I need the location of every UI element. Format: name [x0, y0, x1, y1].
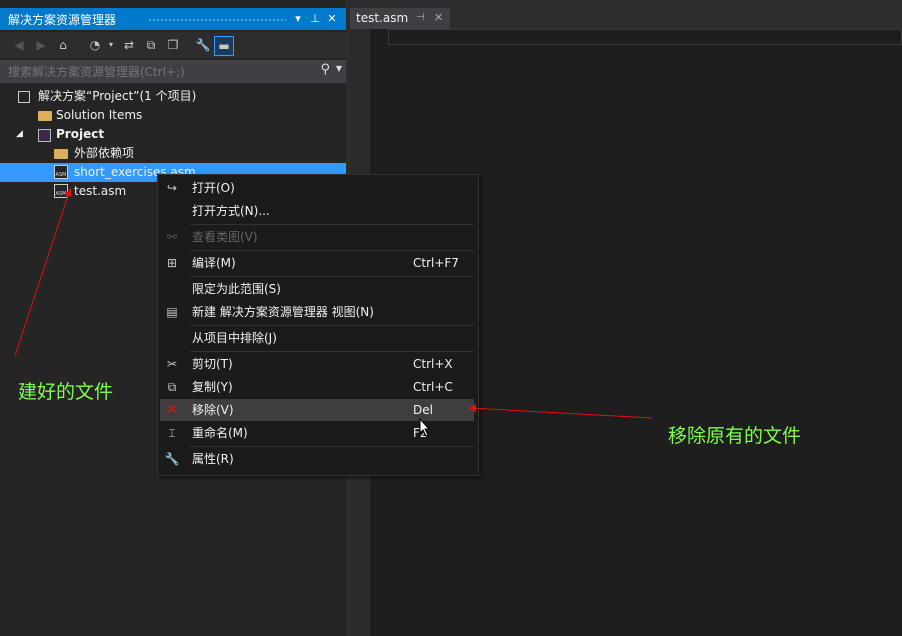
- asm-file-icon: ASM: [54, 184, 68, 198]
- menu-separator: [190, 351, 474, 352]
- menu-item-properties[interactable]: 🔧 属性(R): [158, 448, 476, 470]
- open-arrow-icon: ↪: [166, 181, 178, 195]
- copy-icon: ⧉: [167, 380, 177, 394]
- menu-item-view-class-diagram: ⚯ 查看类图(V): [158, 226, 476, 248]
- menu-separator: [190, 250, 474, 251]
- wrench-icon: 🔧: [164, 452, 180, 466]
- tree-item-label: Project: [56, 127, 105, 141]
- menu-shortcut: Ctrl+F7: [413, 256, 459, 270]
- project-icon: [38, 129, 51, 142]
- scissors-icon: ✂: [166, 357, 178, 371]
- new-view-icon: ▤: [166, 305, 178, 319]
- mouse-cursor-icon: [419, 418, 431, 437]
- solution-explorer-toolbar: ◀ ▶ ⌂ ◔ ▾ ⇄ ⧉ ❐ 🔧 ▬: [0, 32, 346, 58]
- tree-item-solution[interactable]: 解决方案“Project”(1 个项目): [0, 87, 346, 106]
- tab-test-asm[interactable]: test.asm ⊣ ✕: [350, 8, 450, 29]
- menu-item-label: 移除(V): [192, 403, 234, 417]
- menu-item-label: 编译(M): [192, 256, 236, 270]
- show-all-files-icon[interactable]: ❐: [164, 36, 182, 54]
- menu-item-copy[interactable]: ⧉ 复制(Y) Ctrl+C: [158, 376, 476, 398]
- annotation-remove-original: 移除原有的文件: [668, 425, 802, 447]
- menu-shortcut: Ctrl+X: [413, 357, 453, 371]
- dependencies-folder-icon: [54, 149, 68, 159]
- search-options-dropdown-icon[interactable]: ▼: [336, 64, 342, 73]
- menu-item-label: 限定为此范围(S): [192, 282, 281, 296]
- menu-item-exclude-from-project[interactable]: 从项目中排除(J): [158, 327, 476, 349]
- tree-item-label: Solution Items: [56, 108, 143, 122]
- properties-wrench-icon[interactable]: 🔧: [194, 36, 212, 54]
- dropdown-icon[interactable]: ▾: [290, 10, 306, 28]
- folder-icon: [38, 111, 52, 121]
- menu-item-scope-to-this[interactable]: 限定为此范围(S): [158, 278, 476, 300]
- menu-separator: [190, 325, 474, 326]
- chevron-down-icon[interactable]: ▾: [102, 36, 120, 54]
- menu-separator: [190, 276, 474, 277]
- menu-item-label: 打开(O): [192, 181, 235, 195]
- titlebar-grip: [148, 18, 286, 22]
- pin-icon[interactable]: ⊣: [416, 12, 425, 23]
- menu-item-label: 复制(Y): [192, 380, 233, 394]
- forward-icon[interactable]: ▶: [32, 36, 50, 54]
- home-icon[interactable]: ⌂: [54, 36, 72, 54]
- search-input[interactable]: [6, 63, 310, 81]
- tree-item-label: test.asm: [74, 184, 127, 198]
- asm-file-icon: ASM: [54, 165, 68, 179]
- tab-label: test.asm: [356, 11, 409, 25]
- class-diagram-icon: ⚯: [166, 230, 178, 244]
- tree-item-solution-items[interactable]: Solution Items: [0, 106, 346, 125]
- solution-icon: [18, 91, 30, 103]
- compile-icon: ⊞: [166, 256, 178, 270]
- tree-item-project[interactable]: ◢ Project: [0, 125, 346, 144]
- collapse-all-icon[interactable]: ⧉: [142, 36, 160, 54]
- preview-icon[interactable]: ▬: [214, 36, 234, 56]
- close-icon[interactable]: ✕: [324, 10, 340, 28]
- menu-shortcut: Ctrl+C: [413, 380, 453, 394]
- menu-item-cut[interactable]: ✂ 剪切(T) Ctrl+X: [158, 353, 476, 375]
- current-line-highlight: [388, 29, 902, 45]
- menu-item-new-view[interactable]: ▤ 新建 解决方案资源管理器 视图(N): [158, 301, 476, 323]
- sync-icon[interactable]: ⇄: [120, 36, 138, 54]
- tree-item-external-deps[interactable]: 外部依赖项: [0, 144, 346, 163]
- menu-separator: [190, 446, 474, 447]
- panel-title: 解决方案资源管理器: [8, 13, 117, 27]
- menu-separator: [190, 224, 474, 225]
- back-icon[interactable]: ◀: [10, 36, 28, 54]
- rename-icon: ⌶: [168, 426, 176, 440]
- search-bar: ⚲ ▼: [0, 60, 346, 83]
- menu-item-label: 属性(R): [192, 452, 234, 466]
- menu-item-label: 剪切(T): [192, 357, 233, 371]
- expand-arrow-icon[interactable]: ◢: [16, 125, 23, 144]
- annotation-created-file: 建好的文件: [18, 381, 114, 403]
- menu-item-label: 新建 解决方案资源管理器 视图(N): [192, 305, 374, 319]
- remove-x-icon: ✕: [166, 402, 178, 418]
- menu-item-compile[interactable]: ⊞ 编译(M) Ctrl+F7: [158, 252, 476, 274]
- search-icon[interactable]: ⚲: [320, 62, 330, 77]
- tree-item-label: 外部依赖项: [74, 146, 135, 160]
- menu-item-open-with[interactable]: 打开方式(N)...: [158, 200, 476, 222]
- close-icon[interactable]: ✕: [434, 11, 443, 24]
- solution-explorer-titlebar: 解决方案资源管理器 ▾ ⊥ ✕: [0, 8, 346, 30]
- menu-item-open[interactable]: ↪ 打开(O): [158, 177, 476, 199]
- tree-item-label: 解决方案“Project”(1 个项目): [38, 89, 197, 103]
- pin-icon[interactable]: ⊥: [307, 10, 323, 28]
- menu-item-label: 从项目中排除(J): [192, 331, 277, 345]
- menu-item-label: 重命名(M): [192, 426, 248, 440]
- menu-item-label: 查看类图(V): [192, 230, 258, 244]
- menu-item-label: 打开方式(N)...: [192, 204, 270, 218]
